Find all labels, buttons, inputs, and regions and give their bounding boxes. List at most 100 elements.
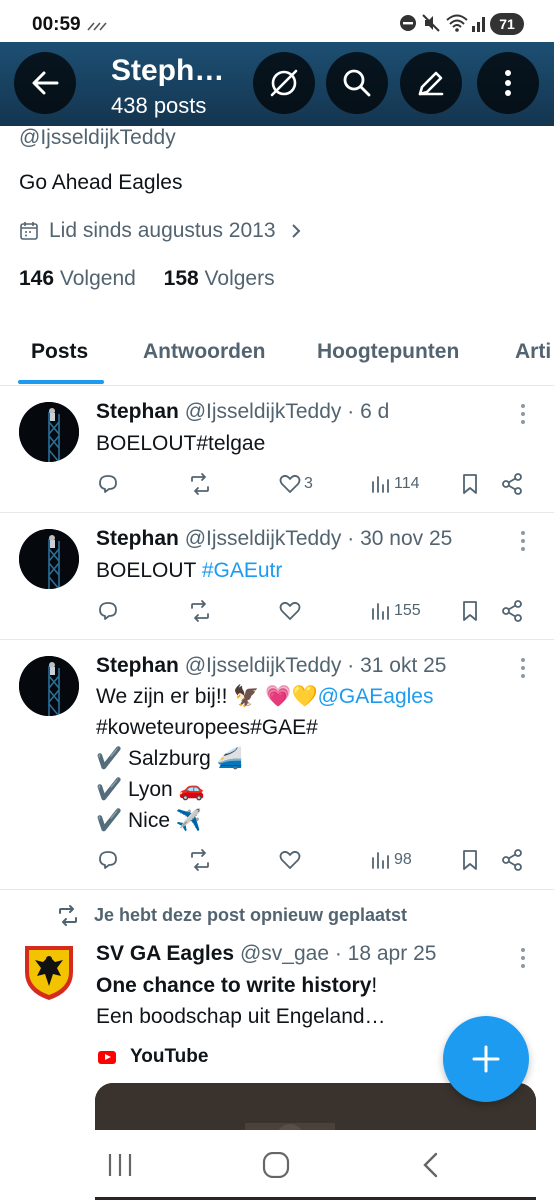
post-text-line: One chance to write history! xyxy=(96,974,377,998)
repost-icon xyxy=(191,473,209,495)
tab-replies[interactable]: Antwoorden xyxy=(143,340,265,364)
post-text-line: ✔️ Nice ✈️ xyxy=(96,809,202,832)
post-author-name[interactable]: Stephan xyxy=(96,527,179,550)
post-text-main: We zijn er bij!! 🦅 💗💛 xyxy=(96,685,318,708)
link-source-label: YouTube xyxy=(130,1046,209,1067)
plus-icon xyxy=(472,1045,500,1073)
like-button[interactable] xyxy=(278,599,302,623)
post-header: Stephan @IjsseldijkTeddy · 31 okt 25 xyxy=(96,654,446,678)
chevron-right-icon xyxy=(291,224,300,238)
following-link[interactable]: 146 Volgend xyxy=(19,267,136,290)
notification-icon xyxy=(87,22,107,31)
repost-button[interactable] xyxy=(188,599,212,623)
post-text-line: ✔️ Salzburg 🚄 xyxy=(96,747,243,770)
post-more-button[interactable] xyxy=(516,531,530,555)
like-button[interactable]: 3 xyxy=(278,472,313,496)
share-button[interactable] xyxy=(500,472,524,496)
post-date: · 31 okt 25 xyxy=(347,654,447,677)
views-button[interactable]: 114 xyxy=(368,472,420,496)
bookmark-button[interactable] xyxy=(458,472,482,496)
followers-link[interactable]: 158 Volgers xyxy=(164,267,275,290)
mention-link[interactable]: @GAEagles xyxy=(318,685,434,708)
back-nav-button[interactable] xyxy=(420,1152,442,1178)
heart-icon xyxy=(279,850,301,869)
more-vertical-icon xyxy=(505,70,511,96)
club-crest-logo xyxy=(25,946,73,1000)
reply-button[interactable] xyxy=(96,848,120,872)
grok-button[interactable] xyxy=(253,52,315,114)
avatar[interactable] xyxy=(19,402,79,462)
tab-articles[interactable]: Arti xyxy=(515,340,551,364)
post-item[interactable]: Stephan @IjsseldijkTeddy · 31 okt 25 We … xyxy=(0,640,554,890)
post-more-button[interactable] xyxy=(516,948,530,972)
reply-icon xyxy=(99,475,117,493)
post-text: BOELOUT #GAEutr xyxy=(96,559,282,583)
hashtag-link[interactable]: #GAEutr xyxy=(202,559,283,582)
profile-tabs: Posts Antwoorden Hoogtepunten Arti xyxy=(0,320,554,386)
followers-label: Volgers xyxy=(204,267,275,290)
reply-icon xyxy=(99,851,117,869)
avatar[interactable] xyxy=(19,942,79,1002)
share-icon xyxy=(502,600,522,622)
tab-highlights[interactable]: Hoogtepunten xyxy=(317,340,459,364)
home-button[interactable] xyxy=(262,1152,290,1178)
post-author-name[interactable]: SV GA Eagles xyxy=(96,942,234,965)
views-button[interactable]: 155 xyxy=(368,599,421,623)
post-author-name[interactable]: Stephan xyxy=(96,400,179,423)
post-more-button[interactable] xyxy=(516,658,530,682)
views-button[interactable]: 98 xyxy=(368,848,412,872)
edit-button[interactable] xyxy=(400,52,462,114)
like-count: 3 xyxy=(304,475,313,492)
calendar-icon xyxy=(20,222,38,240)
bookmark-button[interactable] xyxy=(458,599,482,623)
view-count: 114 xyxy=(394,475,420,492)
profile-handle: @IjsseldijkTeddy xyxy=(19,126,176,149)
status-bar: 00:59 71 xyxy=(0,0,554,42)
post-item[interactable]: Stephan @IjsseldijkTeddy · 30 nov 25 BOE… xyxy=(0,513,554,640)
repost-icon xyxy=(191,849,209,871)
share-button[interactable] xyxy=(500,599,524,623)
post-more-button[interactable] xyxy=(516,404,530,428)
post-text: BOELOUT#telgae xyxy=(96,432,266,455)
avatar-image xyxy=(19,529,79,589)
heart-icon xyxy=(279,601,301,620)
link-source[interactable]: YouTube xyxy=(98,1046,208,1068)
views-chart-icon xyxy=(372,476,389,493)
avatar-image xyxy=(19,656,79,716)
profile-joined[interactable]: Lid sinds augustus 2013 xyxy=(19,219,316,243)
post-item[interactable]: Stephan @IjsseldijkTeddy · 6 d BOELOUT#t… xyxy=(0,386,554,513)
post-text-line: We zijn er bij!! 🦅 💗💛@GAEagles xyxy=(96,685,433,709)
bookmark-icon xyxy=(463,474,477,494)
post-author-name[interactable]: Stephan xyxy=(96,654,179,677)
avatar[interactable] xyxy=(19,656,79,716)
share-icon xyxy=(502,849,522,871)
youtube-icon xyxy=(98,1050,116,1064)
repost-icon xyxy=(59,905,77,926)
views-chart-icon xyxy=(372,852,389,869)
bookmark-button[interactable] xyxy=(458,848,482,872)
post-actions: 3 114 xyxy=(96,472,536,502)
header-post-count: 438 posts xyxy=(111,93,207,118)
avatar[interactable] xyxy=(19,529,79,589)
reply-button[interactable] xyxy=(96,599,120,623)
share-button[interactable] xyxy=(500,848,524,872)
search-button[interactable] xyxy=(326,52,388,114)
tab-posts[interactable]: Posts xyxy=(31,340,88,364)
back-button[interactable] xyxy=(14,52,76,114)
post-author-handle: @sv_gae xyxy=(239,942,330,965)
post-title-rest: ! xyxy=(371,974,378,997)
share-icon xyxy=(502,473,522,495)
reply-button[interactable] xyxy=(96,472,120,496)
followers-count: 158 xyxy=(163,267,199,290)
post-actions: 155 xyxy=(96,599,536,629)
recent-apps-button[interactable] xyxy=(106,1152,134,1178)
repost-button[interactable] xyxy=(188,472,212,496)
search-icon xyxy=(343,69,371,97)
compose-post-button[interactable] xyxy=(443,1016,529,1102)
repost-button[interactable] xyxy=(188,848,212,872)
following-count: 146 xyxy=(19,267,55,290)
like-button[interactable] xyxy=(278,848,302,872)
more-options-button[interactable] xyxy=(477,52,539,114)
post-author-handle: @IjsseldijkTeddy xyxy=(184,654,342,677)
repost-note-text: Je hebt deze post opnieuw geplaatst xyxy=(94,904,408,925)
